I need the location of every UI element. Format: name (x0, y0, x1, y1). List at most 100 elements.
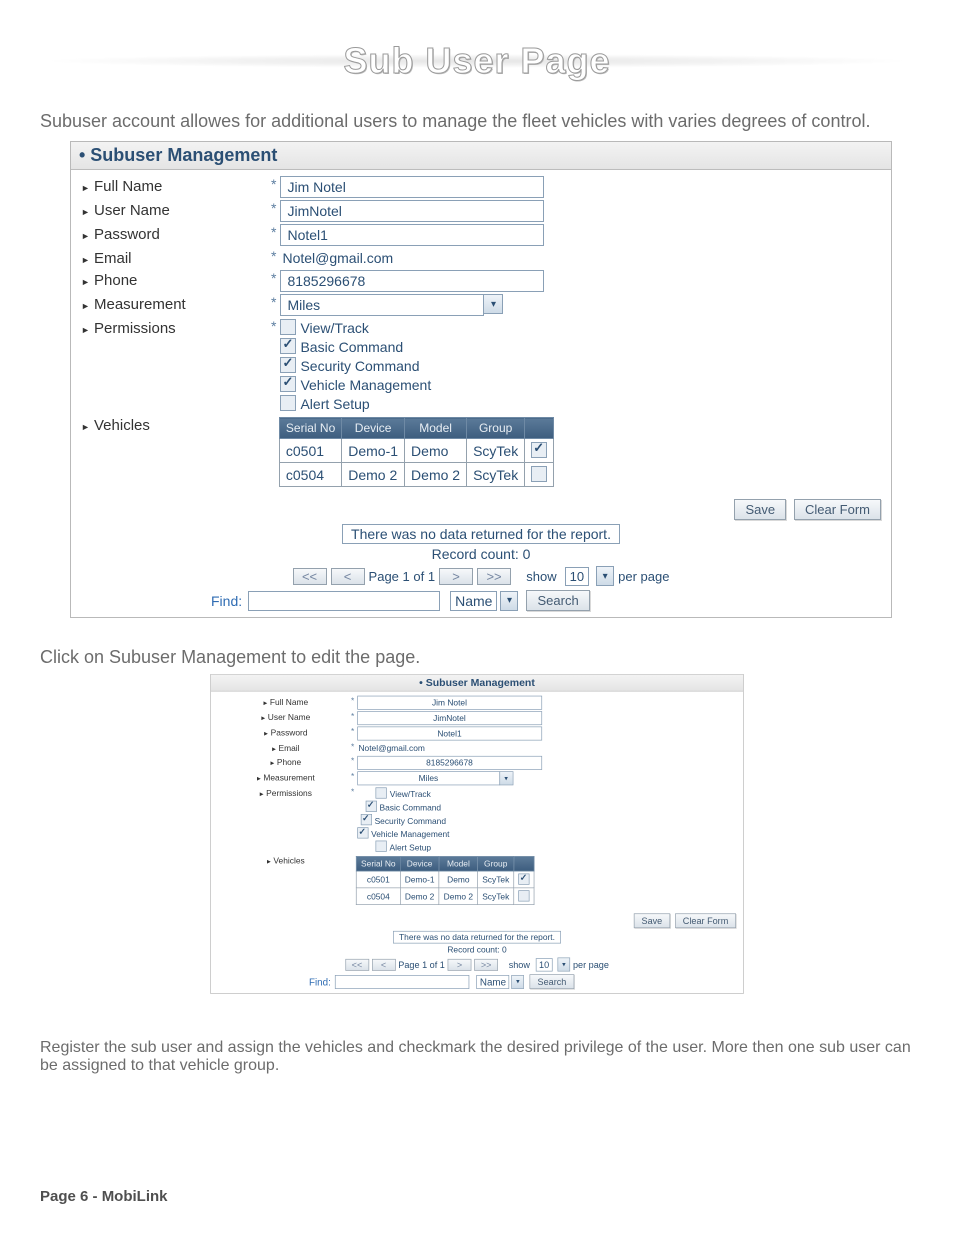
value-email: Notel@gmail.com (357, 742, 426, 755)
input-user-name[interactable]: JimNotel (357, 711, 542, 725)
input-full-name[interactable]: Jim Notel (280, 176, 544, 198)
perm-view-track[interactable]: View/Track (357, 787, 449, 799)
caption1: Click on Subuser Management to edit the … (40, 646, 914, 669)
required-star: * (271, 176, 276, 192)
label-user-name: User Name (218, 711, 351, 722)
caption2: Register the sub user and assign the veh… (40, 1039, 914, 1076)
perm-alert-setup[interactable]: Alert Setup (357, 840, 449, 852)
record-count: Record count: 0 (211, 945, 743, 955)
label-email: Email (81, 248, 271, 267)
label-full-name: Full Name (218, 695, 351, 706)
input-phone[interactable]: 8185296678 (357, 756, 542, 770)
find-input[interactable] (248, 591, 440, 611)
col-serial: Serial No (356, 856, 400, 871)
vehicles-table: Serial No Device Model Group c0501Demo-1… (356, 856, 534, 905)
input-password[interactable]: Notel1 (357, 726, 542, 740)
label-user-name: User Name (81, 200, 271, 219)
label-measurement: Measurement (81, 294, 271, 313)
perm-view-track[interactable]: View/Track (280, 319, 431, 336)
perm-vehicle-management[interactable]: Vehicle Management (357, 827, 449, 839)
col-device: Device (400, 856, 439, 871)
pager-last[interactable]: >> (477, 568, 511, 585)
status-text: There was no data returned for the repor… (342, 524, 620, 544)
pager: << < Page 1 of 1 > >> show 10 ▾ per page (71, 566, 891, 586)
pager-show-label: show (509, 959, 530, 970)
perm-basic-command[interactable]: Basic Command (357, 800, 449, 812)
cell-check[interactable] (525, 439, 554, 463)
cell-group: ScyTek (467, 439, 525, 463)
col-device: Device (342, 418, 405, 439)
required-star: * (271, 294, 276, 310)
pager-prev[interactable]: < (331, 568, 365, 585)
find-field-select[interactable]: Name (450, 591, 497, 611)
search-button[interactable]: Search (530, 974, 574, 989)
cell-device: Demo-1 (342, 439, 405, 463)
find-label: Find: (309, 976, 331, 987)
col-check (514, 856, 534, 871)
pager-show-label: show (526, 569, 556, 584)
input-password[interactable]: Notel1 (280, 224, 544, 246)
chevron-down-icon[interactable]: ▾ (500, 591, 518, 611)
col-model: Model (439, 856, 478, 871)
pager-first[interactable]: << (345, 958, 369, 970)
label-password: Password (81, 224, 271, 243)
label-vehicles: Vehicles (81, 415, 271, 434)
required-star: * (271, 270, 276, 286)
label-email: Email (218, 742, 351, 753)
panel-header: • Subuser Management (211, 674, 743, 691)
input-phone[interactable]: 8185296678 (280, 270, 544, 292)
input-user-name[interactable]: JimNotel (280, 200, 544, 222)
perm-vehicle-management[interactable]: Vehicle Management (280, 376, 431, 393)
label-permissions: Permissions (218, 786, 351, 797)
vehicles-table: Serial No Device Model Group c0501 Demo-… (279, 417, 554, 487)
search-button[interactable]: Search (526, 590, 589, 611)
chevron-down-icon[interactable]: ▾ (499, 771, 513, 785)
page-title: Sub User Page (40, 40, 914, 82)
pager-last[interactable]: >> (474, 958, 498, 970)
table-row: c0501 Demo-1 Demo ScyTek (279, 439, 553, 463)
perm-security-command[interactable]: Security Command (280, 357, 431, 374)
select-measurement[interactable]: Miles (357, 771, 500, 785)
select-measurement[interactable]: Miles (280, 294, 484, 316)
clear-form-button[interactable]: Clear Form (675, 913, 736, 928)
perm-alert-setup[interactable]: Alert Setup (280, 395, 431, 412)
chevron-down-icon[interactable]: ▾ (596, 566, 614, 586)
chevron-down-icon[interactable]: ▾ (558, 957, 571, 971)
blank-star (271, 415, 275, 431)
label-password: Password (218, 726, 351, 737)
cell-model: Demo 2 (405, 463, 467, 487)
save-button[interactable]: Save (634, 913, 670, 928)
chevron-down-icon[interactable]: ▾ (512, 974, 525, 988)
find-label: Find: (211, 593, 242, 609)
status-text: There was no data returned for the repor… (393, 931, 562, 944)
table-row: c0504 Demo 2 Demo 2 ScyTek (279, 463, 553, 487)
find-input[interactable] (335, 974, 469, 988)
table-row: c0504Demo 2Demo 2ScyTek (356, 888, 534, 905)
pager-per-page-label: per page (618, 569, 669, 584)
required-star: * (271, 318, 276, 334)
pager-next[interactable]: > (439, 568, 473, 585)
pager-first[interactable]: << (293, 568, 327, 585)
required-star: * (271, 248, 276, 264)
col-serial: Serial No (279, 418, 341, 439)
page-footer: Page 6 - MobiLink (40, 1188, 168, 1205)
save-button[interactable]: Save (734, 499, 786, 520)
perm-basic-command[interactable]: Basic Command (280, 338, 431, 355)
pager-text: Page 1 of 1 (398, 959, 445, 970)
table-header-row: Serial No Device Model Group (279, 418, 553, 439)
perm-security-command[interactable]: Security Command (357, 814, 449, 826)
label-vehicles: Vehicles (218, 854, 351, 865)
pager-prev[interactable]: < (372, 958, 396, 970)
input-full-name[interactable]: Jim Notel (357, 695, 542, 709)
cell-model: Demo (405, 439, 467, 463)
clear-form-button[interactable]: Clear Form (794, 499, 881, 520)
pager-text: Page 1 of 1 (369, 569, 436, 584)
pager-next[interactable]: > (448, 958, 472, 970)
per-page-select[interactable]: 10 (565, 567, 589, 586)
per-page-select[interactable]: 10 (536, 958, 553, 971)
cell-check[interactable] (525, 463, 554, 487)
subuser-management-panel-small: • Subuser Management Full Name*Jim Notel… (210, 674, 743, 994)
chevron-down-icon[interactable]: ▾ (483, 294, 503, 314)
col-group: Group (467, 418, 525, 439)
find-field-select[interactable]: Name (476, 974, 509, 988)
